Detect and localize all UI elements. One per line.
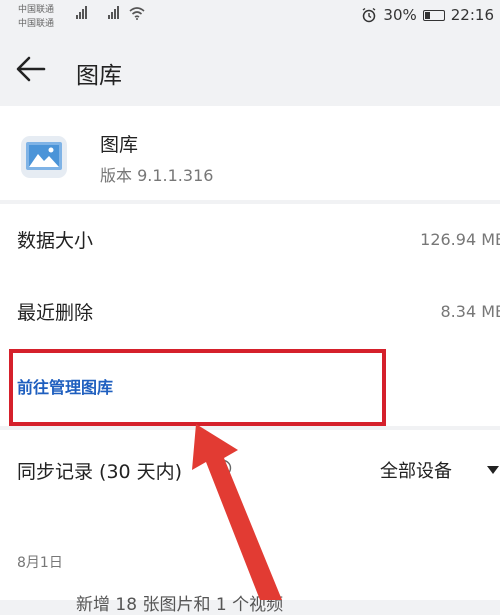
data-size-label: 数据大小 [17,226,93,253]
app-version: 版本 9.1.1.316 [100,162,213,186]
sync-record-item: 新增 18 张图片和 1 个视频 [76,590,283,615]
caret-down-icon[interactable] [486,465,500,475]
carrier-label-1: 中国联通 [18,2,54,15]
recently-deleted-row[interactable]: 最近删除 8.34 MB [0,272,500,344]
alarm-icon [361,7,377,23]
page-title: 图库 [76,56,122,90]
signal-icon [76,6,87,19]
highlight-box [9,349,386,426]
battery-percent: 30% [383,6,416,24]
battery-fill [425,12,430,19]
clock: 22:16 [451,6,494,24]
signal-icon [108,6,119,19]
sync-date-label: 8月1日 [17,552,63,572]
sync-section: 同步记录 (30 天内) 全部设备 8月1日 新增 18 张图片和 1 个视频 [0,430,500,600]
wifi-icon [129,7,145,20]
device-filter-dropdown[interactable]: 全部设备 [380,457,452,483]
battery-icon [423,10,445,21]
app-name: 图库 [100,130,138,157]
header: 图库 [0,34,500,106]
status-bar: 中国联通 中国联通 30% 22:16 [0,0,500,34]
status-right: 30% 22:16 [361,6,494,24]
app-info-card: 图库 版本 9.1.1.316 [0,106,500,200]
recently-deleted-label: 最近删除 [17,298,93,325]
info-icon[interactable] [214,459,232,477]
data-size-value: 126.94 MB [420,230,500,249]
back-arrow-icon[interactable] [14,54,48,84]
gallery-app-icon [20,132,68,180]
recently-deleted-value: 8.34 MB [441,302,500,321]
sync-records-label: 同步记录 (30 天内) [17,457,182,484]
carrier-label-2: 中国联通 [18,16,54,29]
data-size-row: 数据大小 126.94 MB [0,204,500,272]
